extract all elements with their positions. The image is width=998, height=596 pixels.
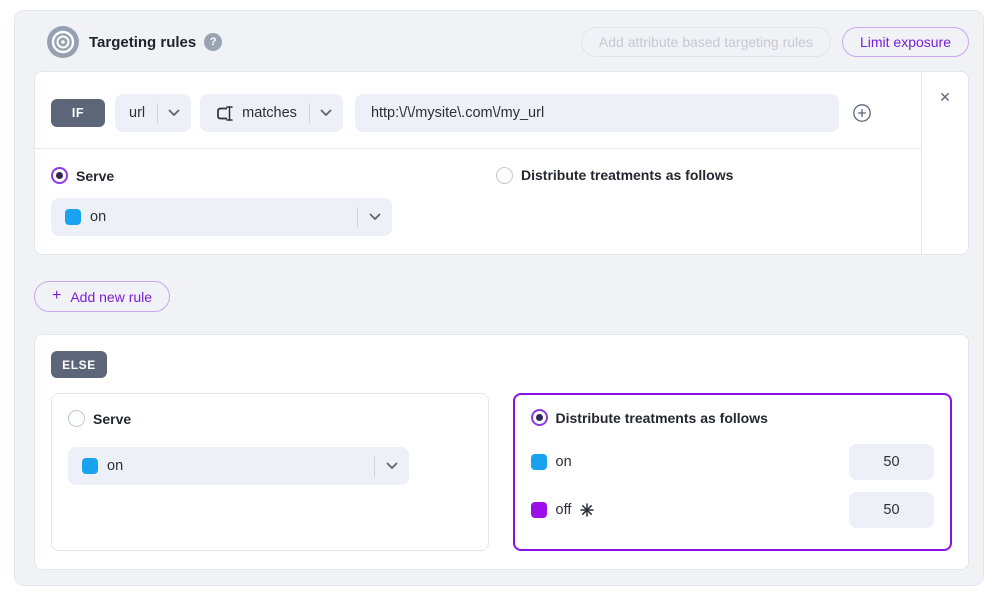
default-serve-radio[interactable]: Serve (68, 410, 131, 427)
add-condition-icon[interactable] (852, 103, 872, 123)
matcher-select-value: matches (242, 105, 297, 121)
radio-checked-icon (51, 167, 68, 184)
if-badge: IF (51, 99, 105, 127)
treatment-swatch (531, 454, 547, 470)
chevron-down-icon (369, 213, 381, 221)
add-attribute-rules-button: Add attribute based targeting rules (581, 27, 831, 57)
treatment-name: on (556, 454, 572, 470)
default-serve-radio-label: Serve (93, 411, 131, 427)
treatment-row: off (531, 492, 935, 528)
select-divider (157, 103, 158, 124)
matcher-select[interactable]: matches (200, 94, 343, 132)
default-treatment-icon (580, 503, 594, 517)
radio-checked-icon (531, 409, 548, 426)
default-distribute-radio[interactable]: Distribute treatments as follows (531, 409, 768, 426)
treatment-percent-input[interactable] (849, 444, 934, 480)
radio-unchecked-icon (68, 410, 85, 427)
rule-card: IF url matches (34, 71, 969, 255)
default-treatment-select-value: on (107, 458, 374, 474)
rule-divider (35, 148, 921, 149)
serve-radio[interactable]: Serve (51, 167, 114, 184)
chevron-down-icon (320, 109, 332, 117)
match-value-input[interactable] (355, 94, 839, 132)
distribute-subcard: Distribute treatments as follows on off (513, 393, 953, 551)
rule-side-column: ✕ (921, 72, 968, 254)
distribute-radio-label: Distribute treatments as follows (521, 167, 733, 183)
treatment-name: off (556, 502, 572, 518)
treatment-swatch (531, 502, 547, 518)
help-icon[interactable]: ? (204, 33, 222, 51)
serve-options-row: Serve Distribute treatments as follows (51, 166, 905, 184)
treatment-swatch (82, 458, 98, 474)
default-rule-card: ELSE Serve on Dis (34, 334, 969, 570)
rule-condition-row: IF url matches (51, 94, 905, 132)
limit-exposure-button[interactable]: Limit exposure (842, 27, 969, 57)
targeting-rules-panel: Targeting rules ? Add attribute based ta… (14, 10, 984, 586)
attribute-select[interactable]: url (115, 94, 191, 132)
treatment-swatch (65, 209, 81, 225)
plus-icon: + (52, 288, 61, 304)
select-divider (309, 103, 310, 124)
treatment-select[interactable]: on (51, 198, 392, 236)
treatment-select-value: on (90, 209, 357, 225)
default-treatment-select[interactable]: on (68, 447, 409, 485)
serve-subcard: Serve on (51, 393, 489, 551)
add-new-rule-button[interactable]: + Add new rule (34, 281, 170, 312)
string-matcher-icon (214, 105, 235, 122)
page-title: Targeting rules (89, 34, 196, 51)
select-divider (374, 456, 375, 477)
treatment-percent-input[interactable] (849, 492, 934, 528)
rule-main: IF url matches (35, 72, 921, 254)
serve-option: Serve (51, 166, 496, 184)
panel-header: Targeting rules ? Add attribute based ta… (15, 26, 983, 58)
serve-radio-label: Serve (76, 168, 114, 184)
target-icon (47, 26, 79, 58)
close-icon[interactable]: ✕ (939, 91, 951, 105)
radio-unchecked-icon (496, 167, 513, 184)
attribute-select-value: url (129, 105, 145, 121)
add-new-rule-label: Add new rule (70, 289, 152, 305)
chevron-down-icon (168, 109, 180, 117)
treatment-row: on (531, 444, 935, 480)
else-badge: ELSE (51, 351, 107, 378)
chevron-down-icon (386, 462, 398, 470)
select-divider (357, 207, 358, 228)
default-rule-options: Serve on Distribute treatments as follow… (51, 393, 952, 551)
default-distribute-radio-label: Distribute treatments as follows (556, 410, 768, 426)
distribute-radio[interactable]: Distribute treatments as follows (496, 167, 733, 184)
